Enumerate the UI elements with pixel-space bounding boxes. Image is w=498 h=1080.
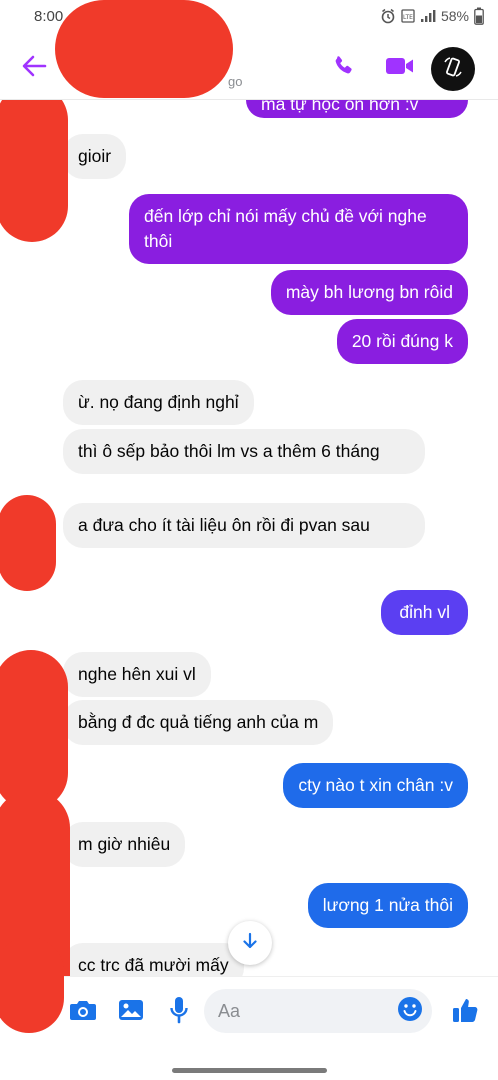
message-text: thì ô sếp bảo thôi lm vs a thêm 6 tháng <box>78 441 380 461</box>
message-text: gioir <box>78 146 112 166</box>
message-text: đỉnh vl <box>399 602 450 622</box>
message-outgoing[interactable]: đỉnh vl <box>381 590 468 635</box>
message-incoming[interactable]: thì ô sếp bảo thôi lm vs a thêm 6 tháng <box>63 429 425 474</box>
message-incoming[interactable]: m giờ nhiêu <box>63 822 186 867</box>
message-outgoing[interactable]: đến lớp chỉ nói mấy chủ đề với nghe thôi <box>129 194 468 264</box>
status-icons: LTE 58% <box>380 7 484 25</box>
system-navigation-bar <box>0 1046 498 1080</box>
rotate-screen-button[interactable] <box>431 47 475 91</box>
scroll-to-bottom-button[interactable] <box>228 921 272 965</box>
message-text: mà tự học ôn hơn :v <box>261 100 419 114</box>
message-outgoing[interactable]: 20 rồi đúng k <box>336 319 468 364</box>
emoji-icon <box>397 996 423 1027</box>
status-time: 8:00 <box>34 8 64 25</box>
message-incoming[interactable]: a đưa cho ít tài liệu ôn rồi đi pvan sau <box>63 503 425 548</box>
message-incoming[interactable]: gioir <box>63 134 127 179</box>
redaction-mark <box>0 495 56 591</box>
message-text: bằng đ đc quả tiếng anh của m <box>78 712 319 732</box>
message-outgoing[interactable]: mày bh lương bn rôid <box>270 270 468 315</box>
contact-active-status: go <box>228 74 243 89</box>
redaction-mark <box>0 937 64 1033</box>
camera-icon <box>69 998 97 1027</box>
message-outgoing[interactable]: mà tự học ôn hơn :v <box>246 100 468 118</box>
message-text: mày bh lương bn rôid <box>285 282 453 302</box>
message-incoming[interactable]: nghe hên xui vl <box>63 652 211 697</box>
rotate-screen-icon <box>442 56 464 83</box>
message-text: cc trc đã mười mấy <box>78 955 229 975</box>
message-text: ừ. nọ đang định nghỉ <box>78 392 239 412</box>
battery-percent: 58% <box>440 8 469 24</box>
gallery-button[interactable] <box>116 997 146 1027</box>
back-arrow-icon <box>21 55 47 82</box>
home-indicator[interactable] <box>172 1068 327 1073</box>
emoji-button[interactable] <box>396 996 424 1027</box>
message-text: nghe hên xui vl <box>78 664 196 684</box>
camera-button[interactable] <box>68 997 98 1027</box>
redaction-mark <box>0 100 68 242</box>
redaction-mark <box>0 650 68 810</box>
message-incoming[interactable]: bằng đ đc quả tiếng anh của m <box>63 700 334 745</box>
message-incoming[interactable]: ừ. nọ đang định nghỉ <box>63 380 254 425</box>
microphone-icon <box>169 996 189 1029</box>
message-text: a đưa cho ít tài liệu ôn rồi đi pvan sau <box>78 515 370 535</box>
battery-icon <box>474 7 484 25</box>
back-button[interactable] <box>18 52 50 84</box>
phone-icon <box>331 54 355 83</box>
voice-message-button[interactable] <box>164 996 194 1029</box>
message-outgoing[interactable]: lương 1 nửa thôi <box>307 883 468 928</box>
message-text: đến lớp chỉ nói mấy chủ đề với nghe thôi <box>144 206 427 251</box>
redaction-mark <box>55 0 233 98</box>
message-outgoing[interactable]: cty nào t xin chân :v <box>283 763 468 808</box>
alarm-icon <box>380 8 396 24</box>
thumbs-up-icon <box>452 996 480 1029</box>
gallery-icon <box>118 998 144 1027</box>
audio-call-button[interactable] <box>325 50 361 86</box>
volte-icon: LTE <box>401 8 415 24</box>
conversation-header: go <box>0 0 498 100</box>
signal-icon <box>420 9 436 23</box>
message-text: 20 rồi đúng k <box>351 331 453 351</box>
message-text: m giờ nhiêu <box>78 834 171 854</box>
svg-text:LTE: LTE <box>403 14 413 21</box>
message-text: cty nào t xin chân :v <box>298 775 453 795</box>
video-camera-icon <box>385 55 415 82</box>
message-text: lương 1 nửa thôi <box>322 895 453 915</box>
message-composer <box>0 937 498 1046</box>
message-list[interactable]: mà tự học ôn hơn :v gioir đến lớp chỉ nó… <box>0 100 498 976</box>
arrow-down-icon <box>242 932 258 955</box>
like-button[interactable] <box>450 996 482 1028</box>
video-call-button[interactable] <box>382 50 418 86</box>
message-incoming[interactable]: cc trc đã mười mấy <box>63 943 244 976</box>
